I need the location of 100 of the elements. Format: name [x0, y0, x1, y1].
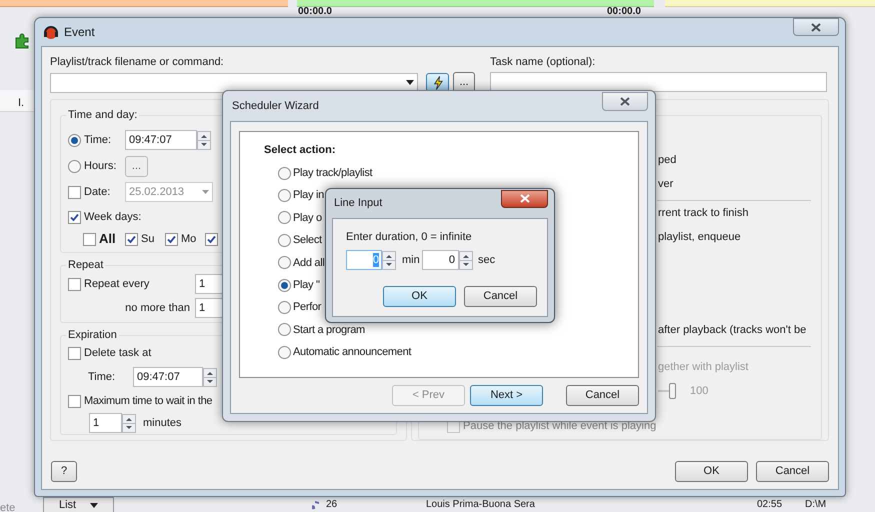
option-label: Time: — [84, 132, 112, 148]
close-icon — [811, 22, 821, 32]
day-label: All — [99, 230, 116, 248]
spinner-icon — [197, 130, 211, 150]
option-label: Repeat every — [84, 276, 150, 292]
field-label: Playlist/track filename or command: — [50, 55, 225, 69]
option-label: Maximum time to wait in the — [84, 394, 212, 409]
day-label: Su — [141, 232, 154, 247]
option-label: Time: — [88, 370, 116, 385]
time-field[interactable]: 09:47:07 — [125, 130, 197, 150]
radio-button[interactable] — [278, 166, 291, 180]
radio-button[interactable] — [68, 160, 81, 172]
hours-button[interactable]: ... — [125, 156, 148, 176]
cancel-button[interactable]: Cancel — [756, 461, 829, 482]
option-label: Add all — [293, 256, 325, 270]
option-label: minutes — [143, 416, 182, 431]
option-text: gether with playlist — [658, 360, 748, 375]
radio-button[interactable] — [278, 189, 291, 202]
seconds-field[interactable]: 0 — [422, 250, 459, 270]
option-label: Start a program — [293, 322, 365, 338]
group-title: Repeat — [66, 258, 106, 272]
spinner-icon — [459, 250, 473, 270]
column-header: I. — [18, 96, 24, 111]
checkbox[interactable] — [165, 232, 178, 246]
radio-button[interactable] — [278, 278, 291, 292]
timer: 00:00.0 — [607, 7, 641, 17]
checkbox[interactable] — [125, 232, 138, 246]
section-heading: Select action: — [264, 143, 336, 158]
limit-field[interactable]: 1 — [195, 298, 222, 318]
option-label: Play o — [293, 210, 322, 226]
command-combobox[interactable] — [50, 72, 418, 92]
field-label: Task name (optional): — [490, 55, 596, 69]
spinner-icon — [122, 414, 136, 432]
repeat-count-field[interactable]: 1 — [195, 274, 222, 294]
close-button[interactable] — [501, 190, 548, 208]
radio-button[interactable] — [278, 234, 291, 247]
volume-reading: 100 — [690, 384, 708, 399]
time-field[interactable]: 09:47:07 — [133, 367, 203, 387]
option-label: Play track/playlist — [293, 166, 372, 181]
caret-icon — [406, 80, 414, 85]
task-name-field[interactable] — [490, 72, 827, 92]
option-label: Hours: — [84, 158, 118, 174]
prompt-text: Enter duration, 0 = infinite — [346, 230, 473, 245]
puzzle-icon — [14, 33, 30, 49]
ok-button[interactable]: OK — [675, 461, 748, 482]
checkbox[interactable] — [68, 347, 81, 360]
option-label: no more than — [124, 300, 191, 316]
option-text: playlist, enqueue — [658, 230, 741, 245]
window-title: Line Input — [334, 196, 382, 212]
close-icon — [620, 96, 630, 106]
track-number: 26 — [326, 499, 338, 511]
unit-label: min — [402, 252, 421, 268]
help-button[interactable]: ? — [51, 461, 77, 482]
option-label: Play " — [293, 278, 320, 293]
checkbox[interactable] — [68, 278, 81, 290]
cancel-button[interactable]: Cancel — [566, 385, 639, 406]
close-button[interactable] — [602, 92, 648, 110]
radio-button[interactable] — [278, 346, 291, 359]
option-text: ver — [658, 177, 674, 192]
group-title: Time and day: — [66, 108, 140, 122]
option-label: Perfor — [293, 300, 322, 316]
lightning-icon — [432, 76, 443, 90]
window-title: Event — [64, 24, 95, 41]
volume-slider[interactable] — [658, 383, 676, 399]
unit-label: sec — [478, 252, 496, 268]
option-text: ped — [658, 153, 676, 168]
spinner-icon — [203, 368, 217, 386]
checkbox[interactable] — [68, 186, 81, 198]
checkbox[interactable] — [68, 210, 81, 224]
next-button[interactable]: Next > — [470, 385, 543, 406]
checkbox[interactable] — [83, 232, 96, 246]
track-title: Louis Prima-Buona Sera — [426, 499, 535, 511]
close-icon — [520, 194, 530, 203]
radio-button[interactable] — [68, 134, 81, 146]
view-dropdown[interactable]: List — [43, 497, 114, 512]
minutes-field[interactable]: 1 — [89, 413, 122, 433]
tab-label: ete — [0, 501, 16, 512]
radio-button[interactable] — [278, 256, 291, 270]
checkbox[interactable] — [205, 232, 218, 246]
option-text: rrent track to finish — [658, 206, 748, 221]
caret-icon — [202, 190, 209, 194]
group-title: Expiration — [66, 328, 119, 342]
ok-button[interactable]: OK — [383, 286, 456, 307]
slider-thumb[interactable] — [669, 383, 676, 399]
headphones-icon — [43, 24, 59, 40]
radio-button[interactable] — [278, 211, 291, 224]
radio-button[interactable] — [278, 323, 291, 336]
option-label: Select — [293, 233, 322, 248]
close-button[interactable] — [793, 18, 839, 36]
option-label: Play in — [293, 188, 324, 204]
radio-button[interactable] — [278, 301, 291, 314]
cancel-button[interactable]: Cancel — [464, 286, 537, 307]
track-duration: 02:55 — [757, 499, 782, 511]
checkbox[interactable] — [68, 394, 81, 408]
caret-icon — [90, 502, 98, 508]
option-label: Date: — [84, 184, 112, 200]
option-label: Automatic announcement — [293, 345, 412, 360]
track-path: D:\M — [805, 499, 826, 511]
timer: 00:00.0 — [298, 7, 332, 17]
option-label: Delete task at — [84, 346, 152, 362]
